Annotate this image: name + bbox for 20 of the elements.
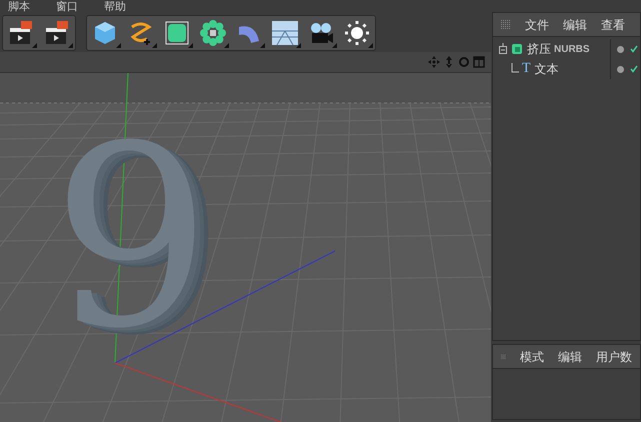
nurbs-object-icon bbox=[511, 43, 523, 55]
grip-icon[interactable] bbox=[501, 352, 506, 362]
collapse-toggle-icon[interactable] bbox=[499, 43, 509, 55]
check-icon[interactable] bbox=[630, 65, 638, 73]
grip-icon[interactable] bbox=[501, 20, 511, 30]
menu-item[interactable]: 编辑 bbox=[558, 348, 582, 366]
tree-branch-icon bbox=[511, 63, 519, 75]
text-object-icon: T bbox=[522, 62, 531, 76]
object-name[interactable]: 文本 bbox=[534, 60, 559, 78]
menu-item[interactable]: 查看 bbox=[601, 16, 625, 34]
object-tag: NURBS bbox=[554, 42, 590, 56]
object-name[interactable]: 挤压 bbox=[527, 40, 551, 58]
menu-item[interactable]: 模式 bbox=[520, 348, 544, 366]
menu-item[interactable]: 文件 bbox=[525, 16, 549, 34]
menu-item[interactable]: 脚本 bbox=[8, 0, 30, 14]
menu-item[interactable]: 编辑 bbox=[563, 16, 587, 34]
menu-item[interactable]: 帮助 bbox=[104, 0, 126, 14]
check-icon[interactable] bbox=[630, 45, 638, 53]
menu-item[interactable]: 用户数 bbox=[596, 348, 632, 366]
menu-item[interactable]: 窗口 bbox=[56, 0, 78, 14]
